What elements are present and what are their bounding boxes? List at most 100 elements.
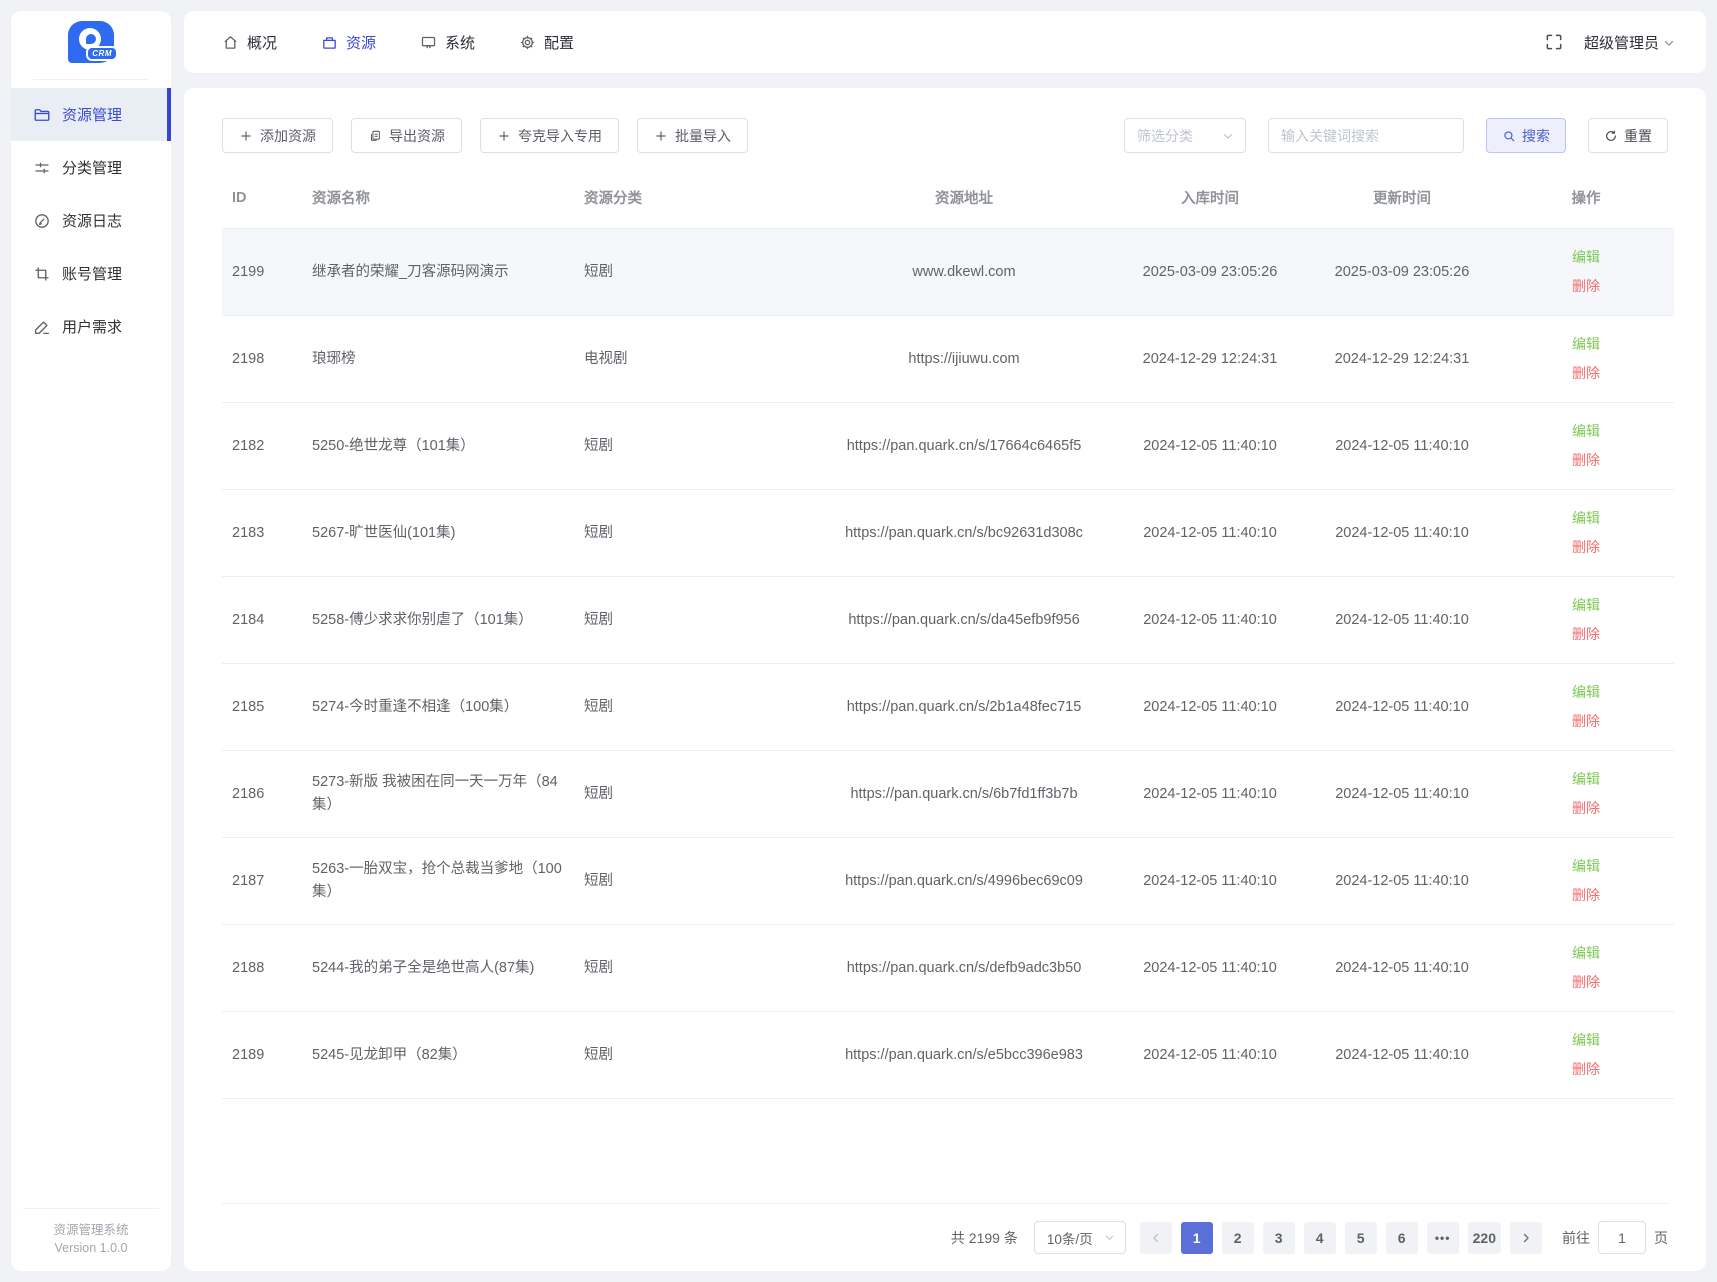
edit-link[interactable]: 编辑: [1572, 594, 1600, 617]
delete-link[interactable]: 删除: [1572, 623, 1600, 646]
col-actions: 操作: [1571, 191, 1601, 207]
tab-system[interactable]: 系统: [420, 32, 475, 53]
cell-updated: 2025-03-09 23:05:26: [1334, 263, 1470, 280]
sidebar-item-label: 资源日志: [62, 213, 123, 230]
page-button-4[interactable]: 4: [1303, 1221, 1336, 1254]
edit-link[interactable]: 编辑: [1572, 1029, 1600, 1052]
add-resource-button[interactable]: 添加资源: [222, 118, 333, 153]
edit-link[interactable]: 编辑: [1572, 507, 1600, 530]
tab-config[interactable]: 配置: [519, 32, 574, 53]
keyword-search-input[interactable]: [1268, 118, 1464, 153]
sidebar-nav: 资源管理 分类管理 资源日志 账号管理 用户需求: [11, 88, 171, 353]
plus-icon: [239, 129, 253, 143]
table-row: 2199 继承者的荣耀_刀客源码网演示 短剧 www.dkewl.com 202…: [222, 228, 1674, 316]
delete-link[interactable]: 删除: [1572, 536, 1600, 559]
edit-link[interactable]: 编辑: [1572, 768, 1600, 791]
refresh-icon: [1604, 129, 1618, 143]
delete-link[interactable]: 删除: [1572, 884, 1600, 907]
top-header: 概况 资源 系统 配置 超级管理员: [184, 11, 1706, 73]
col-name: 资源名称: [312, 191, 370, 207]
cell-name: 5258-傅少求求你别虐了（101集）: [312, 611, 533, 628]
button-label: 夸克导入专用: [518, 127, 602, 144]
delete-link[interactable]: 删除: [1572, 275, 1600, 298]
sidebar-item-category-manage[interactable]: 分类管理: [11, 141, 171, 194]
reset-button[interactable]: 重置: [1588, 118, 1668, 153]
cell-name: 5273-新版 我被困在同一天一万年（84集）: [312, 774, 558, 813]
quark-import-button[interactable]: 夸克导入专用: [480, 118, 619, 153]
cell-updated: 2024-12-05 11:40:10: [1335, 872, 1469, 889]
edit-link[interactable]: 编辑: [1572, 942, 1600, 965]
cell-created: 2024-12-05 11:40:10: [1143, 611, 1277, 628]
button-label: 重置: [1624, 127, 1652, 144]
table-header: ID 资源名称 资源分类 资源地址 入库时间 更新时间 操作: [222, 183, 1674, 229]
chevron-right-icon: [1519, 1231, 1533, 1245]
table-row: 2198 琅琊榜 电视剧 https://ijiuwu.com 2024-12-…: [222, 316, 1674, 403]
cell-created: 2024-12-05 11:40:10: [1143, 1046, 1277, 1063]
col-updated: 更新时间: [1373, 191, 1431, 207]
page-button-5[interactable]: 5: [1344, 1221, 1377, 1254]
edit-link[interactable]: 编辑: [1572, 333, 1600, 356]
pagination: 共 2199 条 10条/页 1 2 3 4 5 6 ••• 220 前往 1 …: [222, 1203, 1668, 1271]
tab-overview[interactable]: 概况: [222, 32, 277, 53]
edit-link[interactable]: 编辑: [1572, 855, 1600, 878]
page-buttons: 1 2 3 4 5 6 ••• 220: [1139, 1221, 1542, 1254]
delete-link[interactable]: 删除: [1572, 797, 1600, 820]
edit-link[interactable]: 编辑: [1572, 681, 1600, 704]
chevron-down-icon: [1221, 129, 1235, 143]
app-name: 资源管理系统: [53, 1223, 129, 1237]
cell-category: 短剧: [584, 1046, 613, 1063]
table-row: 2184 5258-傅少求求你别虐了（101集） 短剧 https://pan.…: [222, 577, 1674, 664]
delete-link[interactable]: 删除: [1572, 710, 1600, 733]
sidebar-item-resource-manage[interactable]: 资源管理: [11, 88, 171, 141]
table-row: 2186 5273-新版 我被困在同一天一万年（84集） 短剧 https://…: [222, 751, 1674, 838]
cell-url: https://pan.quark.cn/s/2b1a48fec715: [846, 698, 1082, 715]
delete-link[interactable]: 删除: [1572, 971, 1600, 994]
table-row: 2183 5267-旷世医仙(101集) 短剧 https://pan.quar…: [222, 490, 1674, 577]
cell-url: https://pan.quark.cn/s/17664c6465f5: [846, 437, 1082, 454]
cell-updated: 2024-12-05 11:40:10: [1335, 1046, 1469, 1063]
export-resource-button[interactable]: 导出资源: [351, 118, 462, 153]
sidebar-item-user-demand[interactable]: 用户需求: [11, 300, 171, 353]
page-button-2[interactable]: 2: [1221, 1221, 1254, 1254]
tab-resource[interactable]: 资源: [321, 32, 376, 53]
sidebar-item-resource-log[interactable]: 资源日志: [11, 194, 171, 247]
page-button-3[interactable]: 3: [1262, 1221, 1295, 1254]
delete-link[interactable]: 删除: [1572, 362, 1600, 385]
cell-updated: 2024-12-05 11:40:10: [1335, 698, 1469, 715]
crop-icon: [33, 265, 51, 283]
category-filter-select[interactable]: 筛选分类: [1124, 118, 1246, 153]
col-category: 资源分类: [584, 191, 642, 207]
more-pages-button[interactable]: •••: [1426, 1221, 1459, 1254]
delete-link[interactable]: 删除: [1572, 1058, 1600, 1081]
user-menu[interactable]: 超级管理员: [1584, 32, 1676, 53]
page-button-6[interactable]: 6: [1385, 1221, 1418, 1254]
edit-link[interactable]: 编辑: [1572, 246, 1600, 269]
cell-created: 2025-03-09 23:05:26: [1142, 263, 1278, 280]
cell-category: 短剧: [584, 524, 613, 541]
page-button-1[interactable]: 1: [1180, 1221, 1213, 1254]
sidebar-item-label: 分类管理: [62, 160, 123, 177]
col-url: 资源地址: [935, 191, 993, 207]
goto-page-input[interactable]: [1598, 1221, 1646, 1254]
page-button-last[interactable]: 220: [1467, 1221, 1501, 1254]
page-size-select[interactable]: 10条/页: [1033, 1221, 1126, 1254]
prev-page-button[interactable]: [1139, 1221, 1172, 1254]
col-id: ID: [232, 189, 247, 206]
cell-name: 5274-今时重逢不相逢（100集）: [312, 698, 519, 715]
search-button[interactable]: 搜索: [1486, 118, 1566, 153]
cell-category: 短剧: [584, 263, 613, 280]
toolbar: 添加资源 导出资源 夸克导入专用 批量导入 筛选分类 输入关键词搜索 搜索 重置: [222, 118, 1668, 153]
edit-link[interactable]: 编辑: [1572, 420, 1600, 443]
cell-id: 2185: [232, 698, 265, 715]
main-column: 概况 资源 系统 配置 超级管理员 添加资源 导出资源 夸克导入专用 批量导入 …: [184, 11, 1706, 1271]
delete-link[interactable]: 删除: [1572, 449, 1600, 472]
batch-import-button[interactable]: 批量导入: [637, 118, 748, 153]
cell-created: 2024-12-29 12:24:31: [1142, 350, 1278, 367]
folder-icon: [33, 106, 51, 124]
sidebar-item-account-manage[interactable]: 账号管理: [11, 247, 171, 300]
cell-id: 2198: [232, 350, 265, 367]
cell-created: 2024-12-05 11:40:10: [1143, 872, 1277, 889]
fullscreen-icon[interactable]: [1544, 32, 1564, 52]
next-page-button[interactable]: [1510, 1221, 1542, 1254]
table-row: 2189 5245-见龙卸甲（82集） 短剧 https://pan.quark…: [222, 1012, 1674, 1099]
